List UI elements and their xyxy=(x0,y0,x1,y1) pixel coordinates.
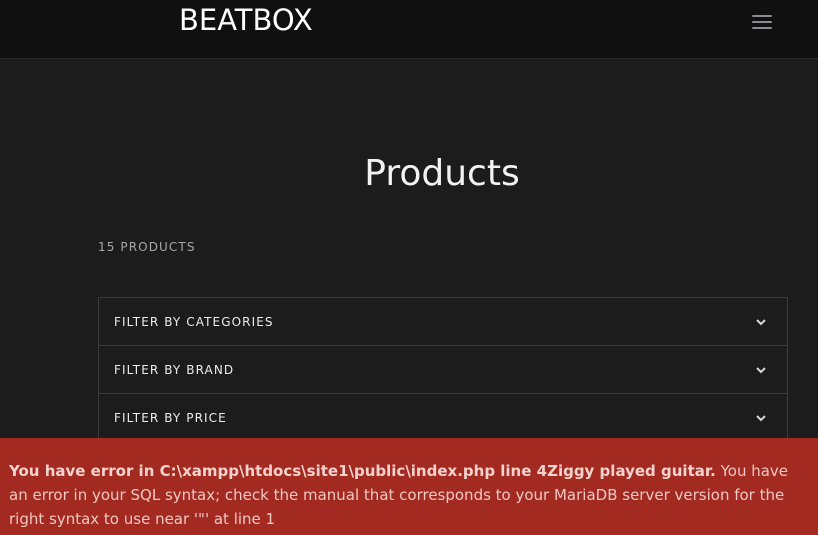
filter-brand-label: FILTER BY BRAND xyxy=(114,363,235,377)
error-heading: You have error in C:\xampp\htdocs\site1\… xyxy=(9,462,716,480)
sql-error-banner: You have error in C:\xampp\htdocs\site1\… xyxy=(0,438,818,535)
hamburger-icon-line-2 xyxy=(752,21,772,23)
product-count: 15 PRODUCTS xyxy=(98,240,196,254)
menu-toggle-button[interactable] xyxy=(750,12,774,32)
chevron-down-icon xyxy=(756,367,766,374)
chevron-down-icon xyxy=(756,415,766,422)
top-navbar: BEATBOX xyxy=(0,0,818,59)
filter-categories[interactable]: FILTER BY CATEGORIES xyxy=(98,297,788,345)
filter-price-label: FILTER BY PRICE xyxy=(114,411,227,425)
hamburger-icon-line-3 xyxy=(752,27,772,29)
filter-brand[interactable]: FILTER BY BRAND xyxy=(98,345,788,393)
chevron-down-icon xyxy=(756,319,766,326)
hamburger-icon-line-1 xyxy=(752,15,772,17)
filter-categories-label: FILTER BY CATEGORIES xyxy=(114,315,274,329)
filter-accordion: FILTER BY CATEGORIES FILTER BY BRAND FIL… xyxy=(98,297,788,441)
filter-price[interactable]: FILTER BY PRICE xyxy=(98,393,788,441)
page-title: Products xyxy=(364,153,520,195)
brand-logo[interactable]: BEATBOX xyxy=(179,2,313,38)
